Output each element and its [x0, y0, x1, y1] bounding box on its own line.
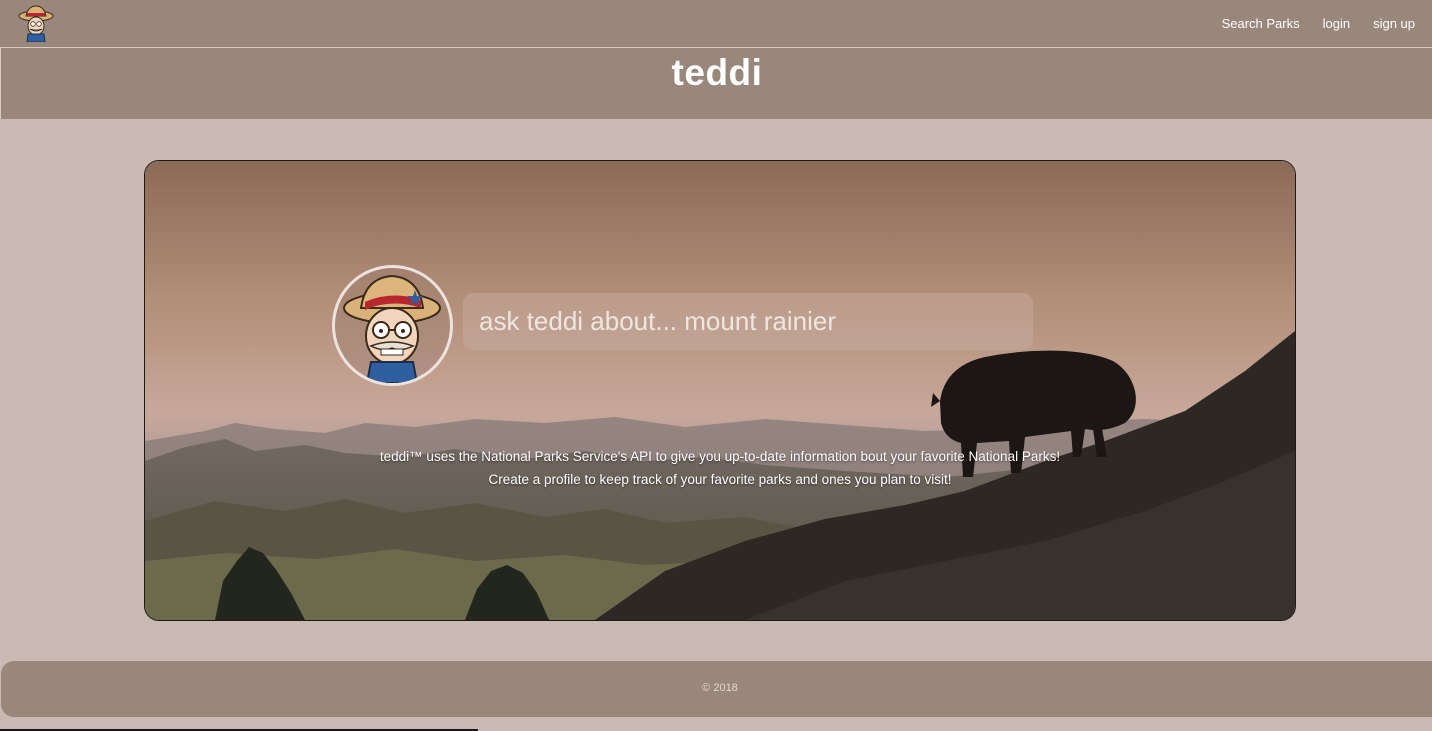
search-parks-link[interactable]: Search Parks — [1222, 16, 1300, 31]
footer: © 2018 — [1, 661, 1432, 717]
signup-link[interactable]: sign up — [1373, 16, 1415, 31]
copyright-text: © 2018 — [702, 682, 738, 694]
hero-card: teddi™ uses the National Parks Service's… — [144, 160, 1296, 621]
hero-background-image — [145, 161, 1295, 620]
title-band: teddi — [0, 48, 1432, 119]
teddi-avatar-icon — [332, 265, 453, 386]
hero-description: teddi™ uses the National Parks Service's… — [145, 445, 1295, 491]
search-input[interactable] — [463, 293, 1033, 350]
navbar: Search Parks login sign up — [0, 0, 1432, 48]
nav-links: Search Parks login sign up — [1222, 0, 1415, 47]
description-line-2: Create a profile to keep track of your f… — [488, 472, 952, 487]
login-link[interactable]: login — [1323, 16, 1350, 31]
teddi-logo-icon[interactable] — [18, 4, 54, 43]
site-title: teddi — [671, 52, 763, 93]
description-line-1: teddi™ uses the National Parks Service's… — [379, 449, 1061, 464]
